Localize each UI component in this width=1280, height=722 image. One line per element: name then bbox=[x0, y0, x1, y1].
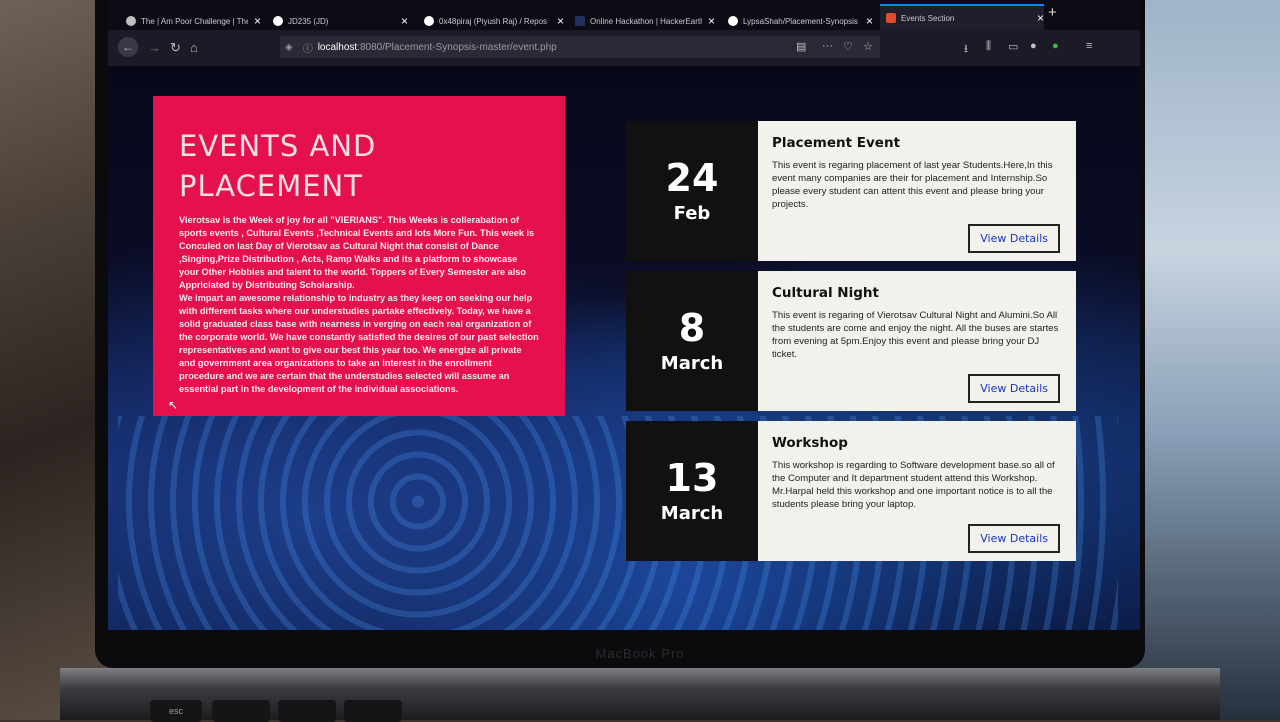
device-label: MacBook Pro bbox=[595, 646, 685, 661]
event-day: 13 bbox=[665, 456, 719, 500]
bookmark-star-icon[interactable]: ☆ bbox=[863, 40, 873, 53]
view-details-button[interactable]: View Details bbox=[968, 524, 1060, 553]
page-content: EVENTS AND PLACEMENT Vierotsav is the We… bbox=[108, 66, 1140, 630]
tab-title: The | Am Poor Challenge | The bbox=[141, 16, 248, 26]
menu-icon[interactable]: ≡ bbox=[1086, 40, 1092, 52]
mouse-pointer-icon: ↖ bbox=[168, 398, 179, 412]
event-title: Placement Event bbox=[772, 135, 901, 151]
new-tab-button[interactable]: + bbox=[1048, 4, 1057, 21]
photo-background-right bbox=[1130, 0, 1280, 720]
hero-paragraph-1: Vierotsav is the Week of joy for all "VI… bbox=[179, 214, 539, 396]
close-tab-icon[interactable]: × bbox=[254, 14, 261, 28]
event-description: This workshop is regarding to Software d… bbox=[772, 460, 1055, 510]
browser-tab[interactable]: The | Am Poor Challenge | The × bbox=[126, 10, 261, 32]
github-icon bbox=[728, 16, 738, 26]
close-tab-icon[interactable]: × bbox=[401, 14, 408, 28]
github-icon bbox=[273, 16, 283, 26]
event-item: 8 March Cultural Night This event is reg… bbox=[626, 271, 1076, 411]
tab-title: Events Section bbox=[901, 13, 955, 23]
hero-title: EVENTS AND PLACEMENT bbox=[179, 126, 539, 206]
hero-title-line1: EVENTS AND bbox=[179, 129, 377, 163]
event-month: March bbox=[660, 503, 724, 524]
shield-icon: ◈ bbox=[285, 41, 293, 53]
library-icon[interactable]: ⫼ bbox=[986, 40, 991, 53]
view-details-button[interactable]: View Details bbox=[968, 374, 1060, 403]
browser-tab[interactable]: LypsaShah/Placement-Synopsis × bbox=[728, 10, 873, 32]
github-icon bbox=[424, 16, 434, 26]
event-title: Cultural Night bbox=[772, 285, 879, 301]
event-description: This event is regaring of Vierotsav Cult… bbox=[772, 310, 1059, 360]
view-details-button[interactable]: View Details bbox=[968, 224, 1060, 253]
event-day: 24 bbox=[665, 156, 719, 200]
event-day: 8 bbox=[678, 306, 706, 350]
event-date: 13 March bbox=[626, 421, 758, 561]
event-month: March bbox=[660, 353, 724, 374]
laptop-screen: The | Am Poor Challenge | The × JD235 (J… bbox=[108, 0, 1140, 630]
browser-toolbar: ← → ↻ ⌂ ◈ ⓘ localhost:8080/Placement-Syn… bbox=[108, 30, 1140, 66]
forward-button[interactable]: → bbox=[148, 40, 161, 55]
info-icon: ⓘ bbox=[302, 43, 313, 55]
event-card: Cultural Night This event is regaring of… bbox=[758, 271, 1076, 411]
extension-icon[interactable]: ● bbox=[1052, 40, 1059, 52]
tab-favicon-icon bbox=[126, 16, 136, 26]
url-path: :8080/Placement-Synopsis-master/event.ph… bbox=[357, 41, 557, 53]
tab-title: 0x48piraj (Piyush Raj) / Repos bbox=[439, 16, 548, 26]
close-tab-icon[interactable]: × bbox=[1037, 11, 1044, 25]
event-month: Feb bbox=[673, 203, 711, 224]
hero-text-2: We impart an awesome relationship to ind… bbox=[179, 293, 539, 394]
event-card: Placement Event This event is regaring p… bbox=[758, 121, 1076, 261]
close-tab-icon[interactable]: × bbox=[708, 14, 715, 28]
browser-tab[interactable]: JD235 (JD) × bbox=[273, 10, 408, 32]
browser-tab-bar: The | Am Poor Challenge | The × JD235 (J… bbox=[108, 0, 1140, 30]
close-tab-icon[interactable]: × bbox=[866, 14, 873, 28]
hackerearth-icon bbox=[575, 16, 585, 26]
tab-title: Online Hackathon | HackerEarth bbox=[590, 16, 702, 26]
esc-key: esc bbox=[150, 700, 202, 722]
home-button[interactable]: ⌂ bbox=[190, 40, 198, 55]
page-actions-icon[interactable]: ··· bbox=[822, 40, 833, 52]
keyboard-key bbox=[344, 700, 402, 722]
event-card: Workshop This workshop is regarding to S… bbox=[758, 421, 1076, 561]
account-icon[interactable]: ● bbox=[1030, 40, 1037, 52]
hero-title-line2: PLACEMENT bbox=[179, 169, 363, 203]
tab-title: LypsaShah/Placement-Synopsis bbox=[743, 16, 858, 26]
download-icon[interactable]: ⭳ bbox=[964, 40, 968, 59]
close-tab-icon[interactable]: × bbox=[557, 14, 564, 28]
event-date: 8 March bbox=[626, 271, 758, 411]
events-list: 24 Feb Placement Event This event is reg… bbox=[626, 121, 1076, 571]
reload-button[interactable]: ↻ bbox=[170, 40, 181, 56]
event-item: 24 Feb Placement Event This event is reg… bbox=[626, 121, 1076, 261]
keyboard-key bbox=[278, 700, 336, 722]
keyboard-key bbox=[212, 700, 270, 722]
sidebar-icon[interactable]: ▭ bbox=[1008, 40, 1018, 53]
hero-text-1: Vierotsav is the Week of joy for all "VI… bbox=[179, 215, 535, 290]
url-host: localhost bbox=[317, 41, 358, 53]
tab-favicon-icon bbox=[886, 13, 896, 23]
event-item: 13 March Workshop This workshop is regar… bbox=[626, 421, 1076, 561]
back-button[interactable]: ← bbox=[118, 37, 138, 57]
events-hero-panel: EVENTS AND PLACEMENT Vierotsav is the We… bbox=[153, 96, 565, 416]
tab-title: JD235 (JD) bbox=[288, 16, 329, 26]
event-date: 24 Feb bbox=[626, 121, 758, 261]
browser-tab-active[interactable]: Events Section × bbox=[880, 4, 1044, 30]
event-description: This event is regaring placement of last… bbox=[772, 160, 1053, 210]
browser-tab[interactable]: Online Hackathon | HackerEarth × bbox=[575, 10, 715, 32]
event-title: Workshop bbox=[772, 435, 848, 451]
photo-background-left bbox=[0, 0, 110, 720]
browser-tab[interactable]: 0x48piraj (Piyush Raj) / Repos × bbox=[424, 10, 564, 32]
reader-view-icon[interactable]: ▤ bbox=[796, 40, 806, 53]
address-bar[interactable]: ◈ ⓘ localhost:8080/Placement-Synopsis-ma… bbox=[280, 36, 880, 58]
pocket-icon[interactable]: ♡ bbox=[843, 40, 853, 53]
